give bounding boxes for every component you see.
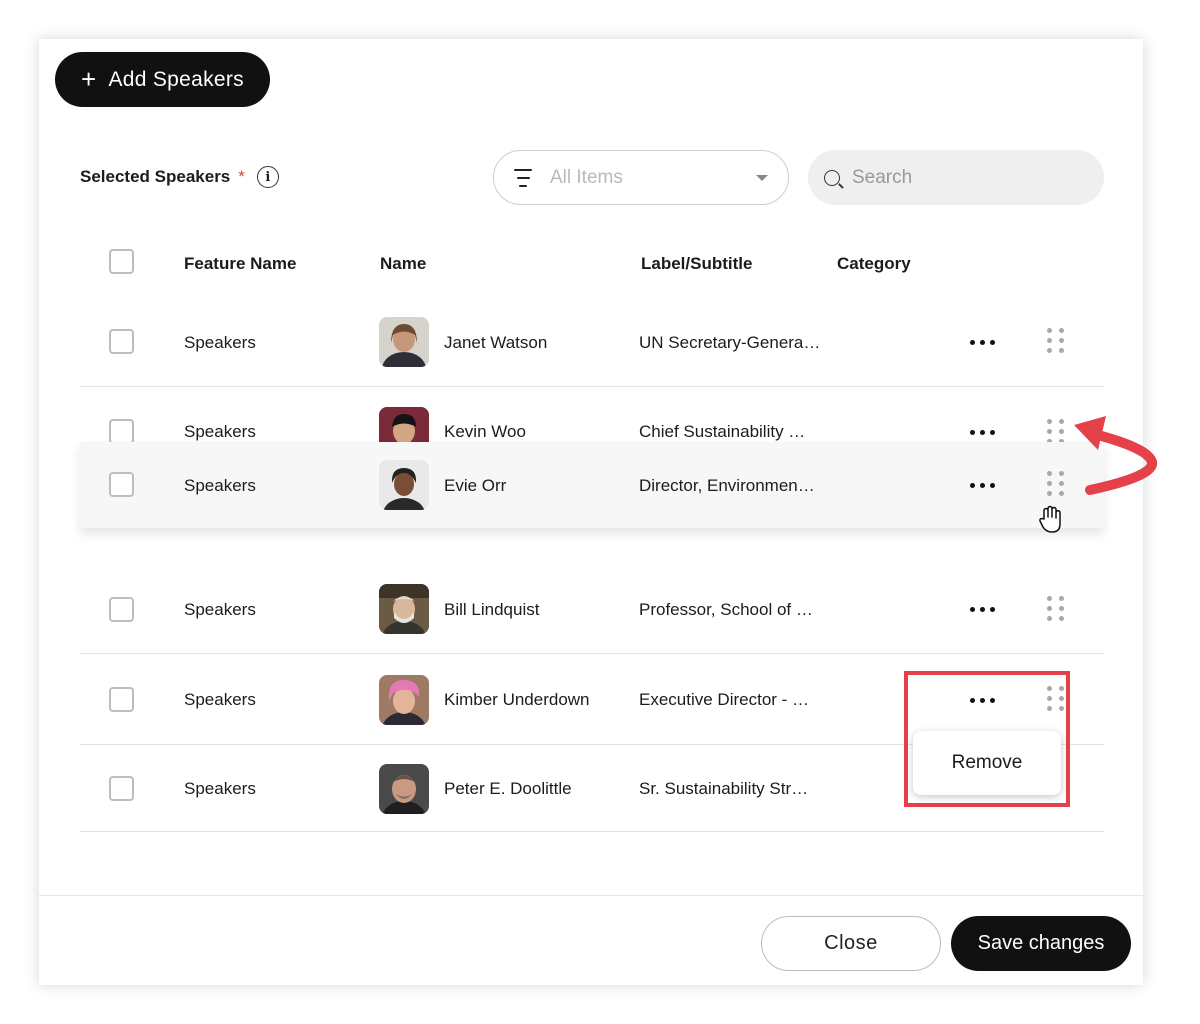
save-changes-button[interactable]: Save changes (951, 916, 1131, 971)
row-checkbox[interactable] (109, 776, 134, 801)
drag-grip-icon[interactable] (1047, 471, 1064, 496)
row-checkbox[interactable] (109, 419, 134, 444)
feature-name: Speakers (184, 779, 256, 798)
curved-arrow-icon (1074, 416, 1157, 495)
remove-menu-item[interactable]: Remove (952, 752, 1023, 774)
search-placeholder: Search (852, 166, 913, 188)
avatar (379, 675, 429, 725)
footer-divider (39, 895, 1143, 896)
more-dots-icon[interactable] (970, 340, 995, 345)
speaker-name: Peter E. Doolittle (444, 779, 572, 798)
select-all-checkbox[interactable] (109, 249, 134, 274)
more-dots-icon[interactable] (970, 430, 995, 435)
add-speakers-label: Add Speakers (108, 67, 244, 91)
drag-grip-icon[interactable] (1047, 596, 1064, 621)
speaker-name: Kevin Woo (444, 422, 526, 441)
speaker-subtitle: Sr. Sustainability Str… (639, 779, 809, 798)
speakers-modal: + Add Speakers Selected Speakers * i All… (39, 39, 1143, 985)
avatar (379, 317, 429, 367)
filter-placeholder: All Items (550, 166, 623, 188)
required-mark: * (238, 167, 245, 186)
feature-name: Speakers (184, 690, 256, 709)
more-dots-icon[interactable] (970, 607, 995, 612)
more-dots-icon[interactable] (970, 483, 995, 488)
avatar (379, 584, 429, 634)
info-icon[interactable]: i (256, 166, 279, 188)
filter-dropdown[interactable]: All Items (493, 150, 789, 205)
search-input[interactable]: Search (808, 150, 1104, 205)
table-row[interactable]: Speakers Janet Watson UN Secretary-Gener… (80, 296, 1104, 386)
plus-icon: + (80, 63, 97, 94)
drag-grip-icon[interactable] (1047, 419, 1064, 444)
column-header-feature: Feature Name (184, 254, 297, 273)
speaker-subtitle: Director, Environmen… (639, 476, 815, 495)
context-menu-remove[interactable]: Remove (913, 731, 1061, 795)
table-header: Feature Name Name Label/Subtitle Categor… (80, 244, 1104, 284)
filter-lines-icon (512, 168, 534, 187)
chevron-down-icon (756, 174, 768, 181)
speaker-subtitle: Chief Sustainability … (639, 422, 806, 441)
dragged-table-row[interactable]: Speakers Evie Orr Director, Environmen… (80, 442, 1104, 528)
selected-speakers-label: Selected Speakers * i (80, 166, 279, 188)
speaker-subtitle: Executive Director - … (639, 690, 810, 709)
row-divider (80, 831, 1104, 832)
row-checkbox[interactable] (109, 472, 134, 497)
column-header-category: Category (837, 254, 911, 273)
feature-name: Speakers (184, 600, 256, 619)
avatar (379, 764, 429, 814)
speaker-subtitle: Professor, School of … (639, 600, 813, 619)
close-button[interactable]: Close (761, 916, 941, 971)
feature-name: Speakers (184, 333, 256, 352)
section-title: Selected Speakers (80, 167, 231, 186)
drag-grip-icon[interactable] (1047, 328, 1064, 353)
search-icon (824, 169, 840, 186)
table-row[interactable]: Speakers Bill Lindquist Professor, Schoo… (80, 564, 1104, 654)
speaker-name: Kimber Underdown (444, 690, 590, 709)
speaker-name: Evie Orr (444, 476, 507, 495)
speaker-name: Bill Lindquist (444, 600, 540, 619)
add-speakers-button[interactable]: + Add Speakers (55, 52, 270, 107)
row-checkbox[interactable] (109, 329, 134, 354)
speaker-name: Janet Watson (444, 333, 548, 352)
speaker-subtitle: UN Secretary-Genera… (639, 333, 821, 352)
column-header-subtitle: Label/Subtitle (641, 254, 753, 273)
feature-name: Speakers (184, 422, 256, 441)
hand-cursor-icon (1039, 505, 1061, 533)
row-checkbox[interactable] (109, 687, 134, 712)
row-checkbox[interactable] (109, 597, 134, 622)
avatar (379, 460, 429, 510)
feature-name: Speakers (184, 476, 256, 495)
column-header-name: Name (380, 254, 427, 273)
